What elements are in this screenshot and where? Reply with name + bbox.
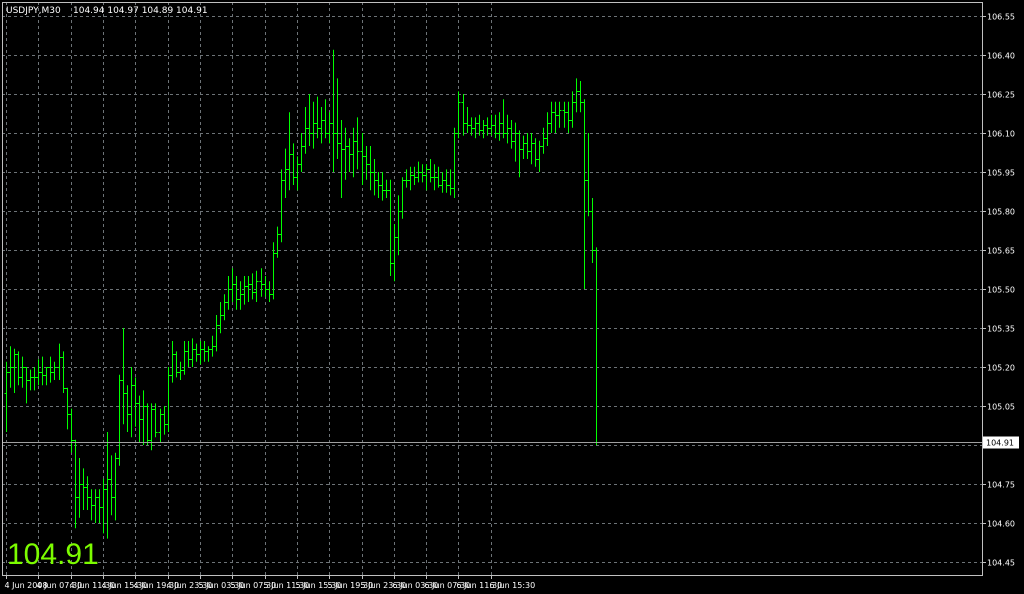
price-tick-label: 105.65 — [987, 247, 1015, 256]
price-tick-label: 105.05 — [987, 403, 1015, 412]
price-tick-label: 104.45 — [987, 559, 1015, 568]
chart-header-symbol: USDJPY,M30 — [6, 6, 61, 16]
price-tick-label: 105.80 — [987, 208, 1015, 217]
price-tick-label: 104.75 — [987, 481, 1015, 490]
price-tick-label: 104.60 — [987, 520, 1015, 529]
price-chart[interactable]: 106.55 106.40 106.25 106.10 105.95 105.80 105.… — [0, 0, 1024, 594]
current-price-label: 104.91 — [986, 439, 1014, 448]
price-tick-label: 105.50 — [987, 286, 1015, 295]
price-tick-label: 106.55 — [987, 13, 1015, 22]
time-tick-label: 6 Jun 15:30 — [490, 581, 536, 590]
chart-background — [0, 0, 1024, 594]
price-tick-label: 105.95 — [987, 169, 1015, 178]
price-tick-label: 106.25 — [987, 91, 1015, 100]
price-tick-label: 106.10 — [987, 130, 1015, 139]
price-tick-label: 105.35 — [987, 325, 1015, 334]
big-current-price: 104.91 — [7, 538, 99, 571]
price-tick-label: 106.40 — [987, 52, 1015, 61]
price-axis: 106.55 106.40 106.25 106.10 105.95 105.80 105.… — [982, 13, 1015, 568]
price-tick-label: 105.20 — [987, 364, 1015, 373]
chart-header-ohlc: 104.94 104.97 104.89 104.91 — [73, 6, 208, 16]
